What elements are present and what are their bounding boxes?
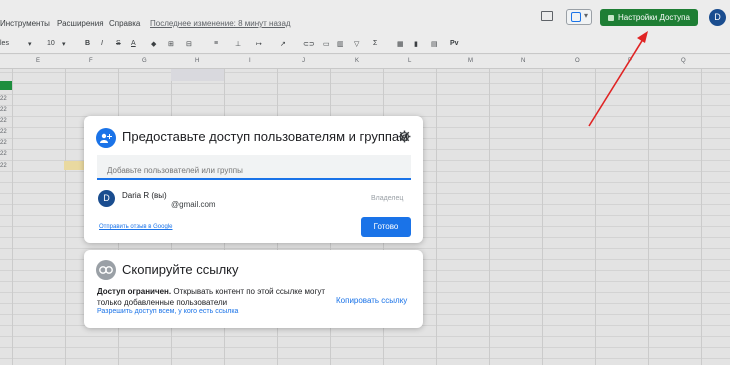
user-role: Владелец bbox=[371, 195, 404, 202]
access-description: Доступ ограничен. Открывать контент по э… bbox=[97, 286, 327, 308]
lock-icon bbox=[608, 14, 615, 21]
filter-icon[interactable]: ▽ bbox=[354, 40, 359, 48]
cell-value[interactable]: 22 bbox=[0, 96, 7, 102]
share-dialog-title: Предоставьте доступ пользователям и груп… bbox=[122, 129, 409, 144]
menu-help[interactable]: Справка bbox=[109, 19, 140, 28]
annotation-arrow bbox=[588, 31, 648, 127]
font-family-select[interactable]: les bbox=[0, 40, 9, 47]
borders-icon[interactable]: ⊞ bbox=[168, 40, 174, 48]
column-header[interactable]: H bbox=[195, 58, 199, 64]
menu-tools[interactable]: Инструменты bbox=[0, 19, 50, 28]
highlight-icon[interactable]: ▮ bbox=[414, 40, 418, 48]
column-header[interactable]: N bbox=[521, 58, 525, 64]
done-button[interactable]: Готово bbox=[361, 217, 411, 237]
text-color-button[interactable]: A bbox=[131, 40, 136, 47]
text-wrap-icon[interactable]: ↦ bbox=[256, 40, 262, 48]
column-header[interactable]: M bbox=[468, 58, 473, 64]
account-avatar[interactable]: D bbox=[709, 9, 726, 26]
cell-value[interactable]: 22 bbox=[0, 129, 7, 135]
font-size-select[interactable]: 10 bbox=[47, 40, 55, 47]
column-header[interactable]: K bbox=[355, 58, 359, 64]
copy-link-title: Скопируйте ссылку bbox=[122, 262, 239, 277]
cell-value[interactable]: 22 bbox=[0, 107, 7, 113]
insert-link-icon[interactable]: ⊂⊃ bbox=[303, 40, 315, 48]
column-header[interactable]: E bbox=[36, 58, 40, 64]
strikethrough-button[interactable]: S bbox=[116, 40, 121, 47]
fill-color-icon[interactable]: ◆ bbox=[151, 40, 156, 48]
share-settings-label: Настройки Доступа bbox=[618, 13, 690, 22]
send-feedback-link[interactable]: Отправить отзыв в Google bbox=[99, 224, 173, 230]
menu-extensions[interactable]: Расширения bbox=[57, 19, 104, 28]
italic-button[interactable]: I bbox=[101, 40, 103, 47]
insert-chart-icon[interactable]: ▥ bbox=[337, 40, 344, 48]
user-name: Daria R (вы) bbox=[122, 191, 167, 200]
user-email: @gmail.com bbox=[171, 200, 216, 209]
selected-column-highlight bbox=[171, 69, 224, 81]
access-restricted-label: Доступ ограничен. bbox=[97, 287, 172, 296]
last-edit-link[interactable]: Последнее изменение: 8 минут назад bbox=[150, 19, 291, 28]
align-left-icon[interactable]: ≡ bbox=[214, 40, 218, 47]
copy-link-button[interactable]: Копировать ссылку bbox=[336, 296, 407, 305]
column-header[interactable]: F bbox=[89, 58, 93, 64]
allow-anyone-link[interactable]: Разрешить доступ всем, у кого есть ссылк… bbox=[97, 308, 238, 315]
chevron-down-icon[interactable]: ▾ bbox=[28, 40, 32, 48]
vertical-align-icon[interactable]: ⊥ bbox=[235, 40, 241, 48]
share-settings-button[interactable]: Настройки Доступа bbox=[600, 9, 698, 26]
sheet-layout-icon[interactable]: ▤ bbox=[431, 40, 438, 48]
input-tools-button[interactable]: Рv bbox=[450, 40, 459, 47]
merge-cells-icon[interactable]: ⊟ bbox=[186, 40, 192, 48]
cell-value[interactable]: 22 bbox=[0, 140, 7, 146]
chevron-down-icon: ▾ bbox=[584, 11, 589, 20]
user-avatar: D bbox=[98, 190, 115, 207]
arrow-head bbox=[637, 31, 648, 43]
column-header[interactable]: G bbox=[142, 58, 147, 64]
cell-value[interactable]: 22 bbox=[0, 151, 7, 157]
functions-button[interactable]: Σ bbox=[373, 40, 377, 47]
meet-button[interactable]: ▾ bbox=[566, 9, 592, 25]
table-icon[interactable]: ▦ bbox=[397, 40, 404, 48]
arrow-shaft bbox=[588, 35, 646, 127]
selected-cell-marker bbox=[0, 81, 12, 90]
column-header[interactable]: Q bbox=[681, 58, 686, 64]
insert-comment-icon[interactable]: ▭ bbox=[323, 40, 330, 48]
comment-history-icon[interactable] bbox=[541, 11, 553, 21]
chevron-down-icon[interactable]: ▾ bbox=[62, 40, 66, 48]
add-people-input[interactable] bbox=[97, 155, 411, 180]
column-header[interactable]: J bbox=[302, 58, 305, 64]
column-header[interactable]: I bbox=[249, 58, 251, 64]
link-icon bbox=[96, 260, 116, 280]
highlighted-cell[interactable] bbox=[64, 161, 86, 170]
column-header[interactable]: L bbox=[408, 58, 411, 64]
gear-icon[interactable] bbox=[398, 130, 411, 143]
column-header[interactable]: O bbox=[575, 58, 580, 64]
cell-value[interactable]: 22 bbox=[0, 163, 7, 169]
add-people-icon bbox=[96, 128, 116, 148]
copy-link-dialog: Скопируйте ссылку Доступ ограничен. Откр… bbox=[84, 250, 423, 328]
share-dialog: Предоставьте доступ пользователям и груп… bbox=[84, 116, 423, 243]
cell-value[interactable]: 22 bbox=[0, 118, 7, 124]
bold-button[interactable]: B bbox=[85, 40, 90, 47]
text-rotate-icon[interactable]: ↗ bbox=[280, 40, 286, 48]
meet-icon bbox=[571, 12, 581, 22]
